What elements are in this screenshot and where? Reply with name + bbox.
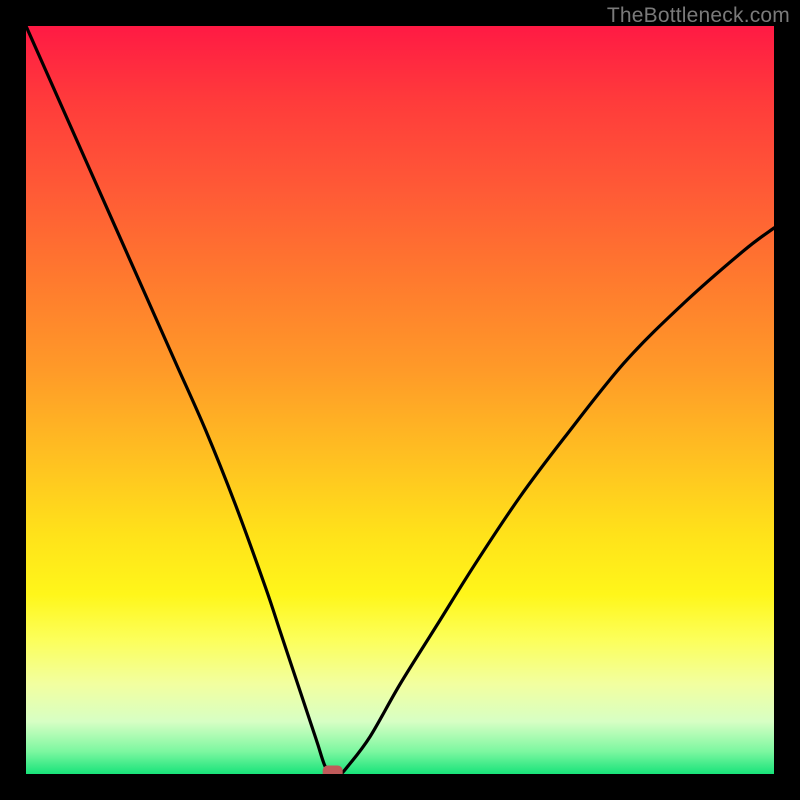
- minimum-marker: [323, 766, 343, 775]
- curve-svg: [26, 26, 774, 774]
- plot-area: [26, 26, 774, 774]
- watermark-text: TheBottleneck.com: [607, 4, 790, 28]
- bottleneck-curve: [26, 26, 774, 774]
- chart-frame: TheBottleneck.com: [0, 0, 800, 800]
